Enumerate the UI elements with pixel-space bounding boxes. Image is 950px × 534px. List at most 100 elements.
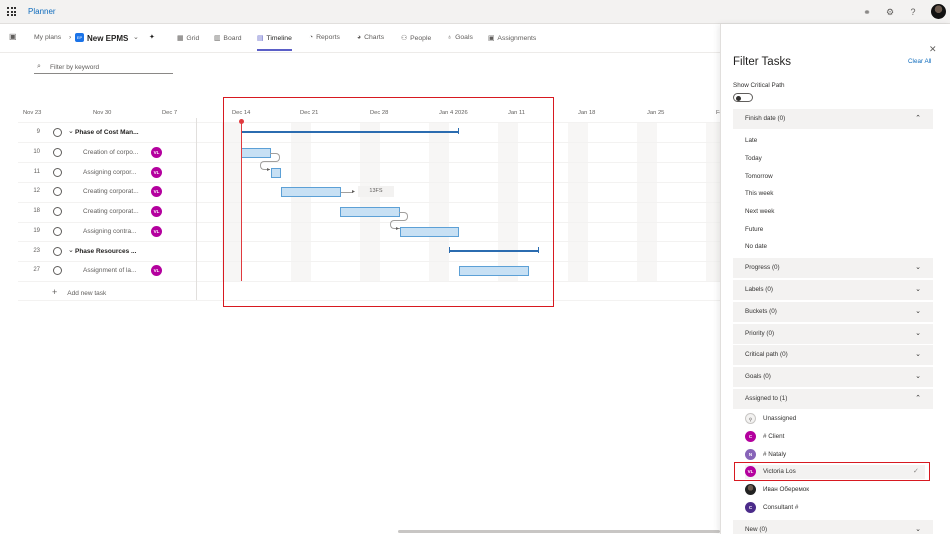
assignee-option[interactable]: C Consultant # xyxy=(745,501,925,515)
date-label: Jan 25 xyxy=(647,110,665,116)
plan-menu-chevron-icon[interactable]: ⌄ xyxy=(133,33,139,41)
section-goals[interactable]: Goals (0) ⌄ xyxy=(733,367,933,387)
assignee-option-unassigned[interactable]: ⚲ Unassigned xyxy=(745,412,925,426)
clear-all-button[interactable]: Clear All xyxy=(908,58,931,65)
task-row[interactable]: 23 ⌄ Phase Resources ... xyxy=(18,242,196,262)
task-id: 10 xyxy=(33,149,40,155)
section-buckets[interactable]: Buckets (0) ⌄ xyxy=(733,302,933,322)
chevron-down-icon: ⌄ xyxy=(915,308,921,315)
task-name[interactable]: Assigning contra... xyxy=(83,228,136,235)
date-label: Jan 18 xyxy=(578,110,596,116)
complete-checkbox[interactable] xyxy=(53,266,62,275)
assignee-avatar[interactable]: VL xyxy=(151,147,162,158)
share-icon[interactable]: ⚭ xyxy=(862,7,872,17)
task-name[interactable]: Phase Resources ... xyxy=(75,248,136,255)
critical-path-toggle[interactable] xyxy=(733,93,753,102)
close-icon[interactable]: ✕ xyxy=(929,44,937,55)
settings-icon[interactable]: ⚙ xyxy=(885,7,895,17)
complete-checkbox[interactable] xyxy=(53,168,62,177)
charts-icon: ◕ xyxy=(357,34,362,41)
task-row[interactable]: 12 Creating corporat... VL xyxy=(18,182,196,202)
complete-checkbox[interactable] xyxy=(53,227,62,236)
plan-title[interactable]: New EPMS xyxy=(87,34,128,43)
task-name[interactable]: Creating corporat... xyxy=(83,188,139,195)
plus-icon: + xyxy=(52,287,58,297)
filter-keyword-input[interactable]: ⌕ Filter by keyword xyxy=(34,61,173,74)
task-name[interactable]: Assigning corpor... xyxy=(83,169,136,176)
chevron-down-icon: ⌄ xyxy=(915,330,921,337)
task-row[interactable]: 11 Assigning corpor... VL xyxy=(18,163,196,183)
task-id: 19 xyxy=(33,228,40,234)
task-name[interactable]: Creating corporat... xyxy=(83,208,139,215)
help-icon[interactable]: ? xyxy=(908,7,918,17)
assignee-avatar[interactable]: VL xyxy=(151,265,162,276)
section-new[interactable]: New (0) ⌄ xyxy=(733,520,933,534)
complete-checkbox[interactable] xyxy=(53,187,62,196)
tab-timeline[interactable]: ▤ Timeline xyxy=(257,34,292,51)
filter-panel: ✕ Filter Tasks Clear All Show Critical P… xyxy=(720,24,950,534)
task-id: 27 xyxy=(33,267,40,273)
app-launcher-icon[interactable] xyxy=(7,7,16,16)
grid-icon: ▦ xyxy=(177,35,184,42)
filter-option[interactable]: Next week xyxy=(745,208,774,215)
complete-checkbox[interactable] xyxy=(53,247,62,256)
tab-reports[interactable]: ◔ Reports xyxy=(309,34,340,41)
tab-people[interactable]: ⚇ People xyxy=(401,34,431,42)
filter-option[interactable]: Today xyxy=(745,155,762,162)
assignee-avatar[interactable]: VL xyxy=(151,167,162,178)
app-name[interactable]: Planner xyxy=(28,7,56,16)
chevron-down-icon: ⌄ xyxy=(915,351,921,358)
section-finish-date[interactable]: Finish date (0) ⌃ xyxy=(733,109,933,129)
horizontal-scrollbar[interactable] xyxy=(398,530,720,533)
section-critical-path[interactable]: Critical path (0) ⌄ xyxy=(733,345,933,365)
section-assigned-to[interactable]: Assigned to (1) ⌃ xyxy=(733,389,933,409)
task-row[interactable]: 9 ⌄ Phase of Cost Man... xyxy=(18,123,196,143)
task-row[interactable]: 10 Creation of corpo... VL xyxy=(18,143,196,163)
assignee-avatar[interactable]: VL xyxy=(151,186,162,197)
filter-option[interactable]: Future xyxy=(745,226,763,233)
tab-charts[interactable]: ◕ Charts xyxy=(357,34,384,41)
complete-checkbox[interactable] xyxy=(53,128,62,137)
assignee-avatar[interactable]: VL xyxy=(151,226,162,237)
assignee-avatar[interactable]: VL xyxy=(151,206,162,217)
section-progress[interactable]: Progress (0) ⌄ xyxy=(733,258,933,278)
assignee-option[interactable]: N # Nataly xyxy=(745,448,925,462)
task-row[interactable]: 27 Assignment of la... VL xyxy=(18,261,196,281)
collapse-nav-icon[interactable]: ▣ xyxy=(9,32,17,41)
plan-toolbar: ▣ My plans › EP New EPMS ⌄ ✦ ▦ Grid ▥ Boar… xyxy=(0,24,720,53)
user-avatar[interactable] xyxy=(931,4,946,19)
goals-icon: ♁ xyxy=(447,34,453,41)
task-name[interactable]: Phase of Cost Man... xyxy=(75,129,139,136)
filter-option[interactable]: No date xyxy=(745,243,767,250)
add-new-task[interactable]: + Add new task xyxy=(52,287,106,297)
task-name[interactable]: Assignment of la... xyxy=(83,267,136,274)
collapse-chevron-icon[interactable]: ⌄ xyxy=(68,246,74,254)
chevron-down-icon: ⌄ xyxy=(915,286,921,293)
section-labels[interactable]: Labels (0) ⌄ xyxy=(733,280,933,300)
filter-option[interactable]: Late xyxy=(745,137,757,144)
task-id: 18 xyxy=(33,208,40,214)
collapse-chevron-icon[interactable]: ⌄ xyxy=(68,127,74,135)
breadcrumb-my-plans[interactable]: My plans xyxy=(34,34,61,41)
tab-grid[interactable]: ▦ Grid xyxy=(177,34,199,42)
section-priority[interactable]: Priority (0) ⌄ xyxy=(733,324,933,344)
filter-option[interactable]: Tomorrow xyxy=(745,173,773,180)
tab-goals[interactable]: ♁ Goals xyxy=(447,34,473,41)
task-id: 11 xyxy=(33,169,40,175)
timeline-icon: ▤ xyxy=(257,35,264,42)
tab-board[interactable]: ▥ Board xyxy=(214,34,242,42)
filter-option[interactable]: This week xyxy=(745,190,773,197)
people-icon: ⚇ xyxy=(401,35,408,42)
task-row[interactable]: 19 Assigning contra... VL xyxy=(18,222,196,242)
assignee-option[interactable]: C # Client xyxy=(745,430,925,444)
chevron-up-icon: ⌃ xyxy=(915,395,921,402)
reports-icon: ◔ xyxy=(309,34,314,41)
task-name[interactable]: Creation of corpo... xyxy=(83,149,138,156)
tab-assignments[interactable]: ▣ Assignments xyxy=(488,34,536,42)
complete-checkbox[interactable] xyxy=(53,207,62,216)
complete-checkbox[interactable] xyxy=(53,148,62,157)
assignee-option[interactable]: Иван Оберемок xyxy=(745,483,925,497)
task-row[interactable]: 18 Creating corporat... VL xyxy=(18,202,196,222)
pin-icon[interactable]: ✦ xyxy=(149,33,155,41)
grid-split-divider[interactable] xyxy=(196,118,197,300)
